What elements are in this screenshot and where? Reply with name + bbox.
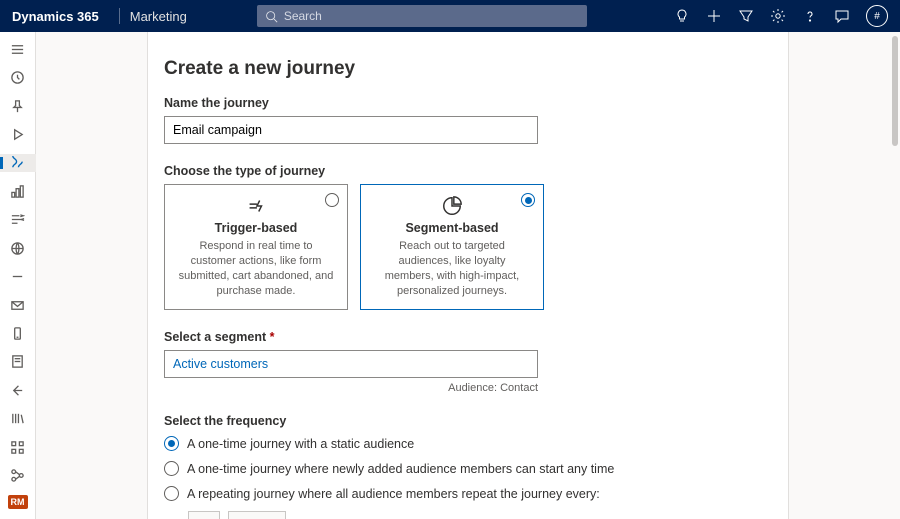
freq-label: A one-time journey with a static audienc… — [187, 437, 414, 451]
brand-divider — [119, 8, 120, 24]
rail-mail[interactable] — [0, 296, 36, 314]
rail-form[interactable] — [0, 353, 36, 371]
lightbulb-icon[interactable] — [674, 8, 690, 24]
filter-icon[interactable] — [738, 8, 754, 24]
frequency-label: Select the frequency — [164, 414, 772, 428]
journey-name-input[interactable] — [164, 116, 538, 144]
pie-icon — [441, 195, 463, 217]
rail-globe[interactable] — [0, 239, 36, 257]
freq-one-time-static[interactable]: A one-time journey with a static audienc… — [164, 436, 772, 451]
frequency-radio-group: A one-time journey with a static audienc… — [164, 436, 772, 501]
main-area: Create a new journey Name the journey Ch… — [36, 32, 900, 519]
freq-label: A repeating journey where all audience m… — [187, 487, 600, 501]
help-icon[interactable] — [802, 8, 818, 24]
create-journey-panel: Create a new journey Name the journey Ch… — [147, 32, 789, 519]
avatar[interactable]: # — [866, 5, 888, 27]
card-title-segment: Segment-based — [405, 221, 498, 235]
card-desc-trigger: Respond in real time to customer actions… — [177, 239, 335, 298]
freq-repeating[interactable]: A repeating journey where all audience m… — [164, 486, 772, 501]
segment-label: Select a segment * — [164, 330, 772, 344]
rail-journeys[interactable] — [0, 154, 36, 172]
rail-flow[interactable] — [0, 211, 36, 229]
add-icon[interactable] — [706, 8, 722, 24]
rail-back[interactable] — [0, 381, 36, 399]
card-trigger-based[interactable]: Trigger-based Respond in real time to cu… — [164, 184, 348, 310]
scrollbar[interactable] — [892, 36, 898, 146]
radio-icon — [164, 486, 179, 501]
freq-one-time-newly[interactable]: A one-time journey where newly added aud… — [164, 461, 772, 476]
gear-icon[interactable] — [770, 8, 786, 24]
card-segment-based[interactable]: Segment-based Reach out to targeted audi… — [360, 184, 544, 310]
rail-connect[interactable] — [0, 466, 36, 484]
rail-phone[interactable] — [0, 324, 36, 342]
card-radio-trigger — [325, 193, 339, 207]
card-radio-segment — [521, 193, 535, 207]
rail-library[interactable] — [0, 409, 36, 427]
segment-input[interactable] — [164, 350, 538, 378]
left-rail: RM — [0, 32, 36, 519]
radio-icon — [164, 436, 179, 451]
rail-play[interactable] — [0, 125, 36, 143]
brand: Dynamics 365 — [12, 9, 99, 24]
repeat-number-input[interactable] — [188, 511, 220, 519]
rail-pinned[interactable] — [0, 97, 36, 115]
repeat-controls: days — [188, 511, 772, 519]
rail-analytics[interactable] — [0, 182, 36, 200]
type-label: Choose the type of journey — [164, 164, 772, 178]
search-input[interactable] — [284, 9, 579, 23]
top-actions: # — [674, 5, 888, 27]
module-name: Marketing — [130, 9, 187, 24]
radio-icon — [164, 461, 179, 476]
audience-hint: Audience: Contact — [164, 382, 538, 394]
global-search[interactable] — [257, 5, 587, 27]
freq-label: A one-time journey where newly added aud… — [187, 462, 614, 476]
card-title-trigger: Trigger-based — [215, 221, 298, 235]
rail-menu[interactable] — [0, 40, 36, 58]
name-label: Name the journey — [164, 96, 772, 110]
page-title: Create a new journey — [164, 58, 772, 80]
rail-persona-badge[interactable]: RM — [8, 495, 28, 509]
lightning-icon — [245, 195, 267, 217]
card-desc-segment: Reach out to targeted audiences, like lo… — [373, 239, 531, 298]
top-nav: Dynamics 365 Marketing # — [0, 0, 900, 32]
rail-divider — [0, 267, 36, 285]
rail-apps[interactable] — [0, 438, 36, 456]
rail-recent[interactable] — [0, 68, 36, 86]
repeat-unit-select[interactable]: days — [228, 511, 286, 519]
chat-icon[interactable] — [834, 8, 850, 24]
search-icon — [265, 10, 278, 23]
